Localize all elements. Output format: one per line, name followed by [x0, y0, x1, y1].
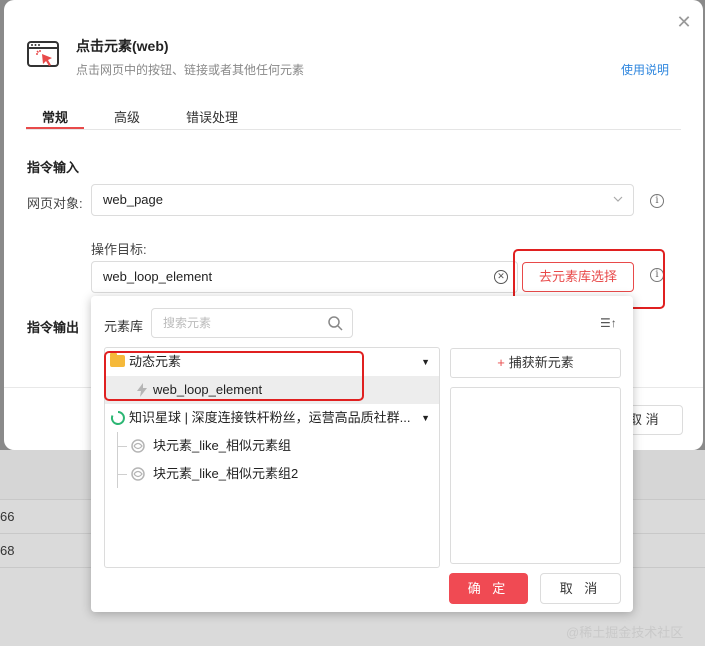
watermark: @稀土掘金技术社区 [566, 625, 684, 640]
tree-item-label: 知识星球 | 深度连接铁杆粉丝，运营高品质社群... [129, 410, 411, 425]
tree-item-like-group-2[interactable]: 块元素_like_相似元素组2 [105, 460, 439, 488]
click-element-icon [27, 41, 59, 67]
capture-new-element-button[interactable]: + 捕获新元素 [450, 348, 621, 378]
highlight-box [104, 351, 364, 401]
chevron-down-icon [613, 196, 623, 202]
help-link[interactable]: 使用说明 [621, 61, 669, 78]
tree-item-label: 块元素_like_相似元素组2 [153, 466, 299, 481]
library-label: 元素库 [104, 319, 144, 334]
dialog-title: 点击元素(web) [76, 38, 169, 54]
cancel-button[interactable]: 取 消 [540, 573, 621, 604]
sort-icon[interactable]: ☰↑ [600, 316, 617, 330]
webpage-select[interactable]: web_page [91, 184, 634, 216]
element-library-popup: 元素库 搜索元素 ☰↑ 动态元素 ▼ web_loop_element 知识星球… [91, 296, 633, 612]
confirm-button[interactable]: 确 定 [449, 573, 528, 604]
background-cell: 68 [0, 543, 15, 558]
element-preview [450, 387, 621, 564]
search-input[interactable]: 搜索元素 [151, 308, 353, 338]
tab-advanced[interactable]: 高级 [114, 107, 140, 126]
caret-down-icon[interactable]: ▼ [421, 348, 430, 376]
tab-error-handling[interactable]: 错误处理 [186, 107, 238, 126]
element-group-icon [131, 467, 145, 481]
plus-icon: + [497, 355, 505, 370]
loading-ring-icon [110, 411, 125, 425]
clear-icon[interactable]: ✕ [494, 270, 508, 284]
tree-item-like-group[interactable]: 块元素_like_相似元素组 [105, 432, 439, 460]
active-tab-indicator [26, 127, 84, 129]
target-input-value: web_loop_element [103, 269, 213, 284]
output-section-title: 指令输出 [27, 320, 80, 335]
tree-page-zsxq[interactable]: 知识星球 | 深度连接铁杆粉丝，运营高品质社群... ▼ [105, 404, 439, 432]
background-cell: 66 [0, 509, 15, 524]
webpage-select-value: web_page [103, 192, 163, 207]
search-placeholder: 搜索元素 [163, 316, 212, 330]
caret-down-icon[interactable]: ▼ [421, 404, 430, 432]
close-icon[interactable]: ✕ [676, 13, 692, 31]
target-input[interactable]: web_loop_element ✕ [91, 261, 518, 293]
tab-general[interactable]: 常规 [42, 107, 68, 126]
tree-item-label: 块元素_like_相似元素组 [153, 438, 291, 453]
element-group-icon [131, 439, 145, 453]
tab-bar: 常规 高级 错误处理 [26, 100, 681, 130]
search-icon [328, 316, 343, 331]
info-icon[interactable]: i [650, 194, 664, 208]
target-label: 操作目标: [91, 242, 147, 257]
capture-button-label: 捕获新元素 [508, 355, 574, 370]
dialog-subtitle: 点击网页中的按钮、链接或者其他任何元素 [76, 63, 305, 77]
input-section-title: 指令输入 [27, 160, 80, 175]
webpage-label: 网页对象: [27, 196, 83, 211]
